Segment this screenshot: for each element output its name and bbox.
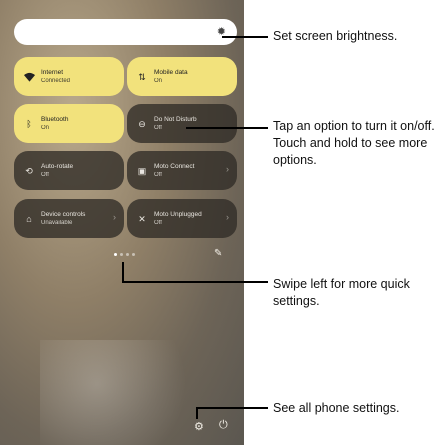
callout-line <box>196 408 198 419</box>
callout-settings: See all phone settings. <box>273 401 400 415</box>
callout-line <box>196 407 268 409</box>
page-dot <box>126 253 129 256</box>
power-icon[interactable]: ⏻ <box>219 419 228 432</box>
moto-connect-icon: ▣ <box>137 165 147 176</box>
page-dot <box>120 253 123 256</box>
tile-status: Off <box>154 219 162 226</box>
settings-gear-icon[interactable]: ⚙ <box>194 420 204 433</box>
do-not-disturb-icon: ⊖ <box>138 118 146 129</box>
tile-label: Device controls <box>41 210 86 218</box>
auto-rotate-icon: ⟲ <box>25 165 33 176</box>
tile-internet[interactable]: Internet Connected <box>14 57 124 96</box>
tile-label: Do Not Disturb <box>154 115 197 123</box>
tile-label: Auto-rotate <box>41 162 74 170</box>
tile-auto-rotate[interactable]: ⟲ Auto-rotate Off <box>14 151 124 190</box>
tile-status: Connected <box>41 77 71 84</box>
tile-device-controls[interactable]: ⌂ Device controls Unavailable › <box>14 199 124 238</box>
tile-mobile-data[interactable]: ⇅ Mobile data On <box>127 57 237 96</box>
tile-do-not-disturb[interactable]: ⊖ Do Not Disturb Off <box>127 104 237 143</box>
wifi-icon <box>23 71 35 83</box>
callout-line <box>222 36 268 38</box>
tile-status: Off <box>41 171 49 178</box>
quick-settings-panel: ✹ Internet Connected ⇅ Mobile data On ᛒ … <box>0 0 244 445</box>
tile-label: Mobile data <box>154 68 188 76</box>
tile-status: Unavailable <box>41 219 73 226</box>
tile-status: Off <box>154 171 162 178</box>
home-icon: ⌂ <box>26 213 32 224</box>
callout-line <box>122 281 268 283</box>
tile-label: Bluetooth <box>41 115 69 123</box>
page-dot <box>132 253 135 256</box>
tile-label: Moto Connect <box>154 162 195 170</box>
callout-line <box>122 262 124 283</box>
tile-bluetooth[interactable]: ᛒ Bluetooth On <box>14 104 124 143</box>
edit-icon[interactable]: ✎ <box>214 248 222 259</box>
tile-status: On <box>41 124 50 131</box>
tile-label: Moto Unplugged <box>154 210 202 218</box>
tile-label: Internet <box>41 68 64 76</box>
callout-brightness: Set screen brightness. <box>273 29 398 43</box>
brightness-slider[interactable]: ✹ <box>14 19 237 45</box>
tile-moto-unplugged[interactable]: ✕ Moto Unplugged Off › <box>127 199 237 238</box>
page-dot <box>114 253 117 256</box>
tile-moto-connect[interactable]: ▣ Moto Connect Off › <box>127 151 237 190</box>
mobile-data-icon: ⇅ <box>138 71 146 82</box>
tile-status: On <box>154 77 163 84</box>
page-indicator <box>114 253 135 256</box>
chevron-right-icon: › <box>113 212 116 222</box>
moto-unplugged-icon: ✕ <box>138 213 146 224</box>
chevron-right-icon: › <box>226 164 229 174</box>
callout-line <box>186 127 268 129</box>
bluetooth-icon: ᛒ <box>26 118 32 129</box>
callout-tap-option: Tap an option to turn it on/off. Touch a… <box>273 119 435 167</box>
callout-swipe: Swipe left for more quick settings. <box>273 277 410 308</box>
chevron-right-icon: › <box>226 212 229 222</box>
